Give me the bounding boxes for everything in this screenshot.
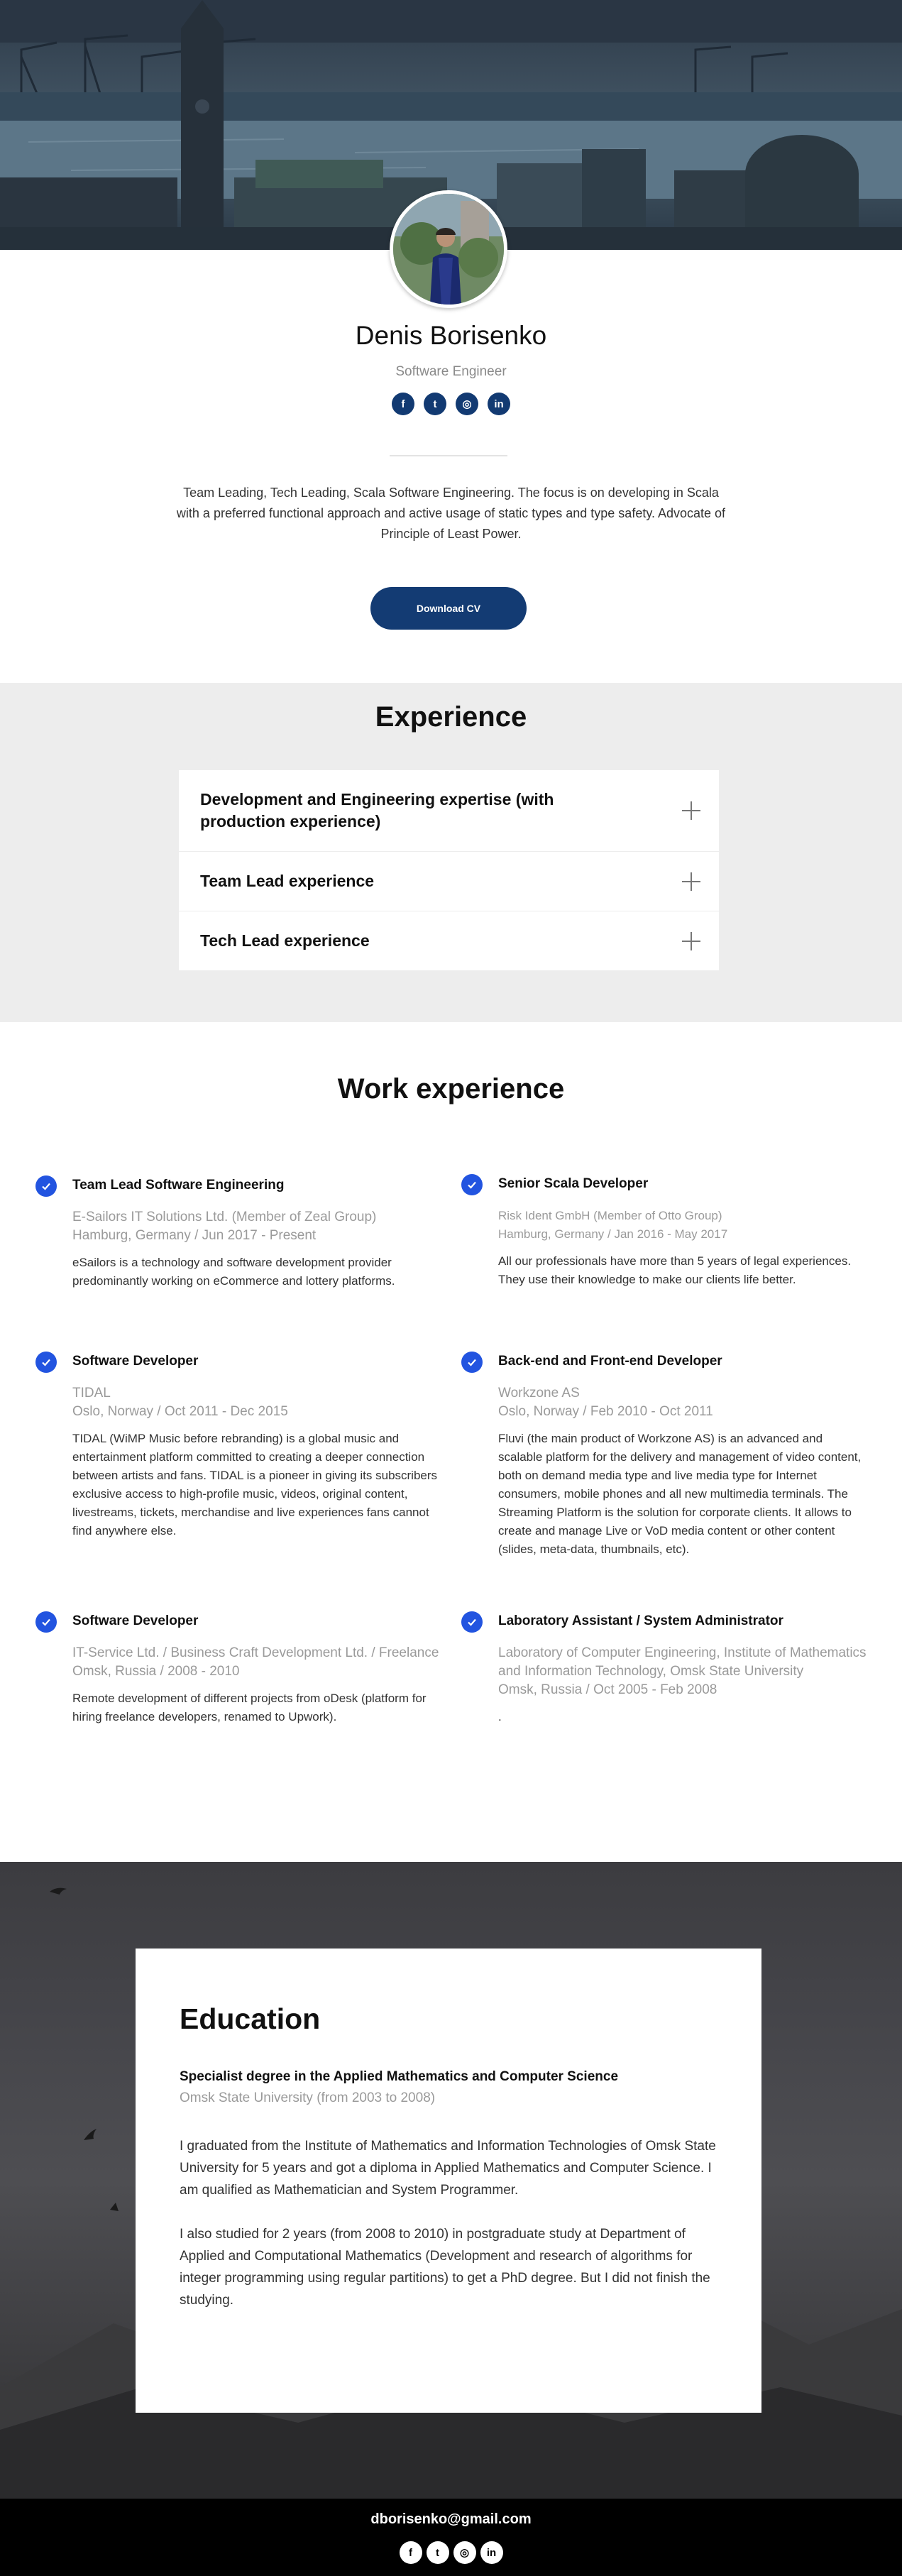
job-company: TIDAL — [72, 1386, 111, 1401]
education-card: Education Specialist degree in the Appli… — [136, 1949, 761, 2413]
plus-icon[interactable] — [682, 931, 700, 950]
job-meta: Omsk, Russia / 2008 - 2010 — [72, 1664, 240, 1679]
job-meta: Oslo, Norway / Feb 2010 - Oct 2011 — [498, 1404, 713, 1419]
bio-text: Team Leading, Tech Leading, Scala Softwa… — [176, 486, 726, 541]
education-title: Education — [180, 2002, 321, 2035]
job-description: TIDAL (WiMP Music before rebranding) is … — [72, 1432, 438, 1538]
accordion-label: Tech Lead experience — [200, 931, 370, 950]
accordion-label: Team Lead experience — [200, 872, 375, 890]
check-icon — [35, 1352, 57, 1373]
job-company: E-Sailors IT Solutions Ltd. (Member of Z… — [72, 1210, 377, 1224]
job-company: Laboratory of Computer Engineering, Inst… — [498, 1645, 867, 1679]
job-title: Laboratory Assistant / System Administra… — [498, 1613, 783, 1628]
avatar — [390, 190, 507, 308]
experience-title: Experience — [375, 701, 527, 733]
work-experience-title: Work experience — [337, 1073, 565, 1105]
download-cv-button[interactable]: Download CV — [370, 587, 527, 630]
job-meta: Hamburg, Germany / Jan 2016 - May 2017 — [498, 1227, 728, 1241]
job-description: Fluvi (the main product of Workzone AS) … — [498, 1432, 862, 1556]
accordion-item[interactable]: Team Lead experience — [179, 852, 719, 911]
job-company: Risk Ident GmbH (Member of Otto Group) — [498, 1209, 722, 1222]
footer-social-links: f t ◎ in — [0, 2541, 902, 2564]
education-paragraph: I graduated from the Institute of Mathem… — [180, 2139, 716, 2198]
job-meta: Oslo, Norway / Oct 2011 - Dec 2015 — [72, 1404, 288, 1419]
job-meta: Hamburg, Germany / Jun 2017 - Present — [72, 1228, 317, 1243]
job-meta: Omsk, Russia / Oct 2005 - Feb 2008 — [498, 1682, 717, 1697]
profile-role: Software Engineer — [395, 364, 507, 379]
job-description: Remote development of different projects… — [72, 1692, 427, 1723]
job-title: Senior Scala Developer — [498, 1176, 649, 1191]
job-title: Back-end and Front-end Developer — [498, 1354, 722, 1369]
job-title: Software Developer — [72, 1613, 199, 1628]
facebook-icon[interactable]: f — [399, 2541, 422, 2564]
instagram-icon[interactable]: ◎ — [456, 393, 478, 415]
experience-section: Experience Development and Engineering e… — [0, 683, 902, 1022]
job-entry: Software Developer TIDAL Oslo, Norway / … — [35, 1352, 441, 1540]
instagram-icon[interactable]: ◎ — [453, 2541, 476, 2564]
accordion-item[interactable]: Development and Engineering expertise (w… — [179, 770, 719, 851]
plus-icon[interactable] — [682, 872, 700, 891]
twitter-icon[interactable]: t — [426, 2541, 449, 2564]
job-description: eSailors is a technology and software de… — [72, 1256, 395, 1288]
check-icon — [35, 1611, 57, 1633]
job-title: Software Developer — [72, 1354, 199, 1369]
accordion-item[interactable]: Tech Lead experience — [179, 911, 719, 970]
job-entry: Team Lead Software Engineering E-Sailors… — [35, 1175, 441, 1290]
accordion-label: Development and Engineering expertise (w… — [200, 790, 554, 831]
job-entry: Software Developer IT-Service Ltd. / Bus… — [35, 1611, 441, 1726]
profile-name: Denis Borisenko — [355, 321, 547, 350]
check-icon — [461, 1352, 483, 1373]
job-description: All our professionals have more than 5 y… — [498, 1254, 852, 1286]
check-icon — [461, 1174, 483, 1195]
job-company: IT-Service Ltd. / Business Craft Develop… — [72, 1645, 439, 1660]
job-entry: Laboratory Assistant / System Administra… — [461, 1611, 867, 1726]
plus-icon[interactable] — [682, 801, 700, 820]
education-degree: Specialist degree in the Applied Mathema… — [180, 2069, 619, 2084]
twitter-icon[interactable]: t — [424, 393, 446, 415]
education-school: Omsk State University (from 2003 to 2008… — [180, 2090, 436, 2105]
check-icon — [461, 1611, 483, 1633]
linkedin-icon[interactable]: in — [480, 2541, 503, 2564]
check-icon — [35, 1175, 57, 1197]
job-entry: Senior Scala Developer Risk Ident GmbH (… — [461, 1174, 867, 1289]
job-title: Team Lead Software Engineering — [72, 1178, 285, 1193]
job-company: Workzone AS — [498, 1386, 580, 1401]
job-entry: Back-end and Front-end Developer Workzon… — [461, 1352, 867, 1559]
avatar-photo — [393, 194, 504, 305]
linkedin-icon[interactable]: in — [488, 393, 510, 415]
facebook-icon[interactable]: f — [392, 393, 414, 415]
education-paragraph: I also studied for 2 years (from 2008 to… — [180, 2227, 710, 2308]
footer-email[interactable]: dborisenko@gmail.com — [0, 2511, 902, 2528]
job-description: . — [498, 1710, 502, 1723]
social-links: f t ◎ in — [0, 393, 902, 415]
divider — [390, 455, 507, 456]
footer: dborisenko@gmail.com f t ◎ in — [0, 2499, 902, 2576]
